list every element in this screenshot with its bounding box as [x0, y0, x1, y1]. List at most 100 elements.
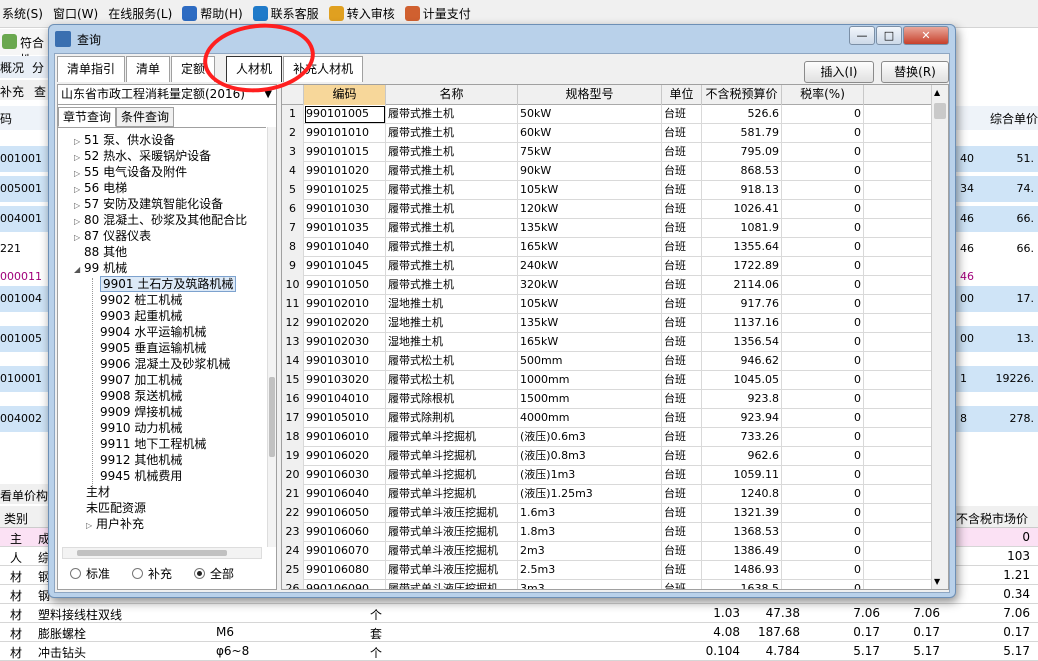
grid-row[interactable]: 7 990101035 履带式推土机 135kW 台班 1081.9 0: [282, 219, 932, 238]
grid-cell[interactable]: 990104010: [304, 390, 386, 409]
grid-cell[interactable]: 0: [782, 466, 864, 485]
grid-cell[interactable]: 1500mm: [518, 390, 662, 409]
grid-cell[interactable]: 履带式松土机: [386, 371, 518, 390]
grid-cell[interactable]: 履带式推土机: [386, 124, 518, 143]
grid-cell[interactable]: 履带式单斗液压挖掘机: [386, 580, 518, 589]
grid-cell[interactable]: 0: [782, 447, 864, 466]
grid-cell[interactable]: 1355.64: [702, 238, 782, 257]
grid-cell[interactable]: 履带式单斗挖掘机: [386, 428, 518, 447]
grid-cell[interactable]: 台班: [662, 504, 702, 523]
grid-cell[interactable]: 990101005: [304, 105, 386, 124]
grid-row[interactable]: 19 990106020 履带式单斗挖掘机 (液压)0.8m3 台班 962.6 0: [282, 447, 932, 466]
grid-cell[interactable]: 917.76: [702, 295, 782, 314]
grid-cell[interactable]: 0: [782, 238, 864, 257]
tree-vscroll[interactable]: [267, 127, 276, 547]
grid-cell[interactable]: 105kW: [518, 181, 662, 200]
grid-cell[interactable]: 990103020: [304, 371, 386, 390]
bg-tab-1[interactable]: 分: [32, 59, 44, 76]
grid-cell[interactable]: 台班: [662, 238, 702, 257]
grid-cell[interactable]: 165kW: [518, 333, 662, 352]
grid-row[interactable]: 17 990105010 履带式除荆机 4000mm 台班 923.94 0: [282, 409, 932, 428]
grid-cell[interactable]: 500mm: [518, 352, 662, 371]
tree-node[interactable]: 9908 泵送机械: [100, 388, 182, 404]
grid-cell[interactable]: 台班: [662, 314, 702, 333]
grid-cell[interactable]: 1368.53: [702, 523, 782, 542]
grid-cell[interactable]: 台班: [662, 371, 702, 390]
grid-cell[interactable]: 履带式单斗挖掘机: [386, 466, 518, 485]
tree-node[interactable]: ▷ 52 热水、采暖锅炉设备: [74, 148, 211, 164]
grid-cell[interactable]: 990102010: [304, 295, 386, 314]
tree-node[interactable]: ▷ 55 电气设备及附件: [74, 164, 187, 180]
grid-cell[interactable]: 0: [782, 143, 864, 162]
grid-cell[interactable]: 1386.49: [702, 542, 782, 561]
tree-hscroll[interactable]: [62, 547, 262, 559]
grid-cell[interactable]: 135kW: [518, 314, 662, 333]
grid-cell[interactable]: 1081.9: [702, 219, 782, 238]
grid-cell[interactable]: 台班: [662, 447, 702, 466]
grid-cell[interactable]: 733.26: [702, 428, 782, 447]
grid-cell[interactable]: 2.5m3: [518, 561, 662, 580]
grid-cell[interactable]: 75kW: [518, 143, 662, 162]
grid-header-cell[interactable]: 名称: [386, 85, 518, 105]
grid-cell[interactable]: 台班: [662, 276, 702, 295]
grid-cell[interactable]: 990102030: [304, 333, 386, 352]
grid-cell[interactable]: 581.79: [702, 124, 782, 143]
grid-cell[interactable]: (液压)1m3: [518, 466, 662, 485]
grid-cell[interactable]: 0: [782, 390, 864, 409]
tree-node[interactable]: 未匹配资源: [86, 500, 146, 516]
tree-node[interactable]: 9909 焊接机械: [100, 404, 182, 420]
grid-cell[interactable]: 台班: [662, 561, 702, 580]
grid-row[interactable]: 12 990102020 湿地推土机 135kW 台班 1137.16 0: [282, 314, 932, 333]
menu-item-1[interactable]: 窗口(W): [53, 5, 98, 22]
grid-cell[interactable]: 90kW: [518, 162, 662, 181]
grid-cell[interactable]: 0: [782, 314, 864, 333]
grid-cell[interactable]: 台班: [662, 409, 702, 428]
grid-cell[interactable]: 履带式推土机: [386, 219, 518, 238]
grid-cell[interactable]: 履带式推土机: [386, 162, 518, 181]
grid-scroll-thumb[interactable]: [934, 103, 946, 119]
grid-cell[interactable]: 1240.8: [702, 485, 782, 504]
grid-cell[interactable]: 1638.5: [702, 580, 782, 589]
grid-row[interactable]: 6 990101030 履带式推土机 120kW 台班 1026.41 0: [282, 200, 932, 219]
grid-row[interactable]: 1 990101005 履带式推土机 50kW 台班 526.6 0: [282, 105, 932, 124]
grid-cell[interactable]: 0: [782, 295, 864, 314]
grid-row[interactable]: 15 990103020 履带式松土机 1000mm 台班 1045.05 0: [282, 371, 932, 390]
grid-cell[interactable]: 795.09: [702, 143, 782, 162]
grid-vscroll[interactable]: ▲ ▼: [931, 85, 948, 589]
grid-row[interactable]: 9 990101045 履带式推土机 240kW 台班 1722.89 0: [282, 257, 932, 276]
grid-cell[interactable]: 60kW: [518, 124, 662, 143]
grid-row[interactable]: 11 990102010 湿地推土机 105kW 台班 917.76 0: [282, 295, 932, 314]
grid-cell[interactable]: 165kW: [518, 238, 662, 257]
grid-cell[interactable]: 990101025: [304, 181, 386, 200]
tree-node[interactable]: ▷ 87 仪器仪表: [74, 228, 151, 244]
grid-cell[interactable]: 台班: [662, 219, 702, 238]
tree-node[interactable]: 9910 动力机械: [100, 420, 182, 436]
tree-node[interactable]: 9906 混凝土及砂浆机械: [100, 356, 230, 372]
grid-header-cell[interactable]: 税率(%): [782, 85, 864, 105]
grid-cell[interactable]: 台班: [662, 352, 702, 371]
grid-cell[interactable]: 1045.05: [702, 371, 782, 390]
grid-cell[interactable]: 990106070: [304, 542, 386, 561]
grid-cell[interactable]: 120kW: [518, 200, 662, 219]
tree-node[interactable]: ▷ 57 安防及建筑智能化设备: [74, 196, 223, 212]
tree-node[interactable]: ▷ 56 电梯: [74, 180, 127, 196]
grid-cell[interactable]: 台班: [662, 333, 702, 352]
grid-cell[interactable]: 0: [782, 124, 864, 143]
tree-node[interactable]: ◢ 99 机械: [74, 260, 127, 276]
grid-cell[interactable]: 990101015: [304, 143, 386, 162]
grid-cell[interactable]: 0: [782, 333, 864, 352]
grid-cell[interactable]: 4000mm: [518, 409, 662, 428]
grid-header-cell[interactable]: 规格型号: [518, 85, 662, 105]
grid-cell[interactable]: 990106020: [304, 447, 386, 466]
grid-cell[interactable]: 台班: [662, 143, 702, 162]
grid-header-cell[interactable]: 编码: [304, 85, 386, 105]
grid-cell[interactable]: 0: [782, 352, 864, 371]
grid-cell[interactable]: 320kW: [518, 276, 662, 295]
grid-cell[interactable]: 湿地推土机: [386, 295, 518, 314]
grid-cell[interactable]: 0: [782, 542, 864, 561]
grid-cell[interactable]: 台班: [662, 162, 702, 181]
grid-cell[interactable]: 台班: [662, 523, 702, 542]
grid-cell[interactable]: 990106050: [304, 504, 386, 523]
grid-cell[interactable]: 0: [782, 162, 864, 181]
grid-cell[interactable]: 990101020: [304, 162, 386, 181]
